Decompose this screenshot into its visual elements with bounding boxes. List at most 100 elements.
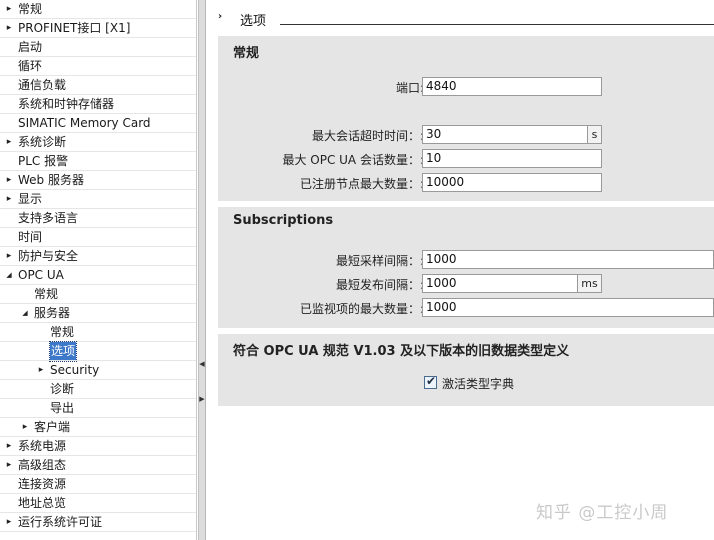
tree-item-label: 地址总览	[18, 496, 67, 510]
tree-item-label: 常规	[50, 325, 75, 339]
tree-item[interactable]: ▸ 运行系统许可证	[0, 513, 196, 532]
port-label: 端口:	[395, 81, 424, 95]
publishing-interval-label: 最短发布间隔：:	[335, 278, 424, 292]
max-sessions-row: 最大 OPC UA 会话数量：: 10	[218, 149, 714, 169]
tree-item-label: 系统和时钟存储器	[18, 97, 115, 111]
collapsed-arrow-icon[interactable]: ▸	[4, 0, 14, 19]
tree-item-label: 启动	[18, 40, 43, 54]
general-panel-title: 常规	[233, 46, 260, 61]
publishing-interval-row: 最短发布间隔：: 1000 ms	[218, 274, 714, 294]
collapsed-arrow-icon[interactable]: ▸	[4, 133, 14, 152]
collapsed-arrow-icon[interactable]: ▸	[4, 19, 14, 38]
monitored-items-row: 已监视项的最大数量：: 1000	[218, 298, 714, 318]
breadcrumb-chevron-icon: ›	[218, 11, 223, 22]
tree-item-label: 时间	[18, 230, 43, 244]
tree-item[interactable]: ◢ OPC UA	[0, 266, 196, 285]
sampling-interval-row: 最短采样间隔：: 1000	[218, 250, 714, 270]
session-timeout-label: 最大会话超时时间：:	[311, 129, 424, 143]
tree-item[interactable]: ▸ 显示	[0, 190, 196, 209]
max-nodes-label: 已注册节点最大数量：:	[299, 177, 424, 191]
tree-item[interactable]: ◢ 服务器	[0, 304, 196, 323]
max-nodes-row: 已注册节点最大数量：: 10000	[218, 173, 714, 193]
tree-item[interactable]: 时间	[0, 228, 196, 247]
max-sessions-input[interactable]: 10	[422, 149, 602, 168]
general-panel: 常规 端口: 4840 最大会话超时时间：: 30 s 最大 OPC UA 会话…	[218, 36, 714, 201]
sampling-interval-input[interactable]: 1000	[422, 250, 714, 269]
tree-item-label: 系统诊断	[18, 135, 67, 149]
tree-item[interactable]: ▸ 客户端	[0, 418, 196, 437]
tree-item-label: Web 服务器	[18, 173, 84, 187]
tree-item[interactable]: ▸ PROFINET接口 [X1]	[0, 19, 196, 38]
collapsed-arrow-icon[interactable]: ▸	[4, 247, 14, 266]
publishing-interval-unit: ms	[578, 274, 602, 293]
tree-item-label: 运行系统许可证	[18, 515, 103, 529]
collapsed-arrow-icon[interactable]: ▸	[4, 171, 14, 190]
collapsed-arrow-icon[interactable]: ▸	[4, 190, 14, 209]
tree-item[interactable]: 支持多语言	[0, 209, 196, 228]
expanded-arrow-icon[interactable]: ◢	[20, 304, 30, 323]
tree-item[interactable]: ▸ 常规	[0, 0, 196, 19]
tree-item-label: 常规	[34, 287, 59, 301]
collapsed-arrow-icon[interactable]: ▸	[4, 513, 14, 532]
port-input[interactable]: 4840	[422, 77, 602, 96]
watermark: 知乎 @工控小周	[536, 503, 669, 523]
navigation-tree: ▸ 常规 ▸ PROFINET接口 [X1] 启动循环通信负载系统和时钟存储器 SIMAT…	[0, 0, 197, 540]
tree-item[interactable]: ▸ 系统诊断	[0, 133, 196, 152]
tree-item[interactable]: ▸ 系统电源	[0, 437, 196, 456]
tree-item-label: 防护与安全	[18, 249, 79, 263]
monitored-items-label: 已监视项的最大数量：:	[299, 302, 424, 316]
page-title: 选项	[240, 14, 267, 29]
tree-item[interactable]: 常规	[0, 323, 196, 342]
tree-item[interactable]: 循环	[0, 57, 196, 76]
publishing-interval-input[interactable]: 1000	[422, 274, 578, 293]
subscriptions-panel: Subscriptions 最短采样间隔：: 1000 最短发布间隔：: 100…	[218, 207, 714, 328]
tree-item[interactable]: 选项	[0, 341, 196, 362]
tree-item[interactable]: 导出	[0, 399, 196, 418]
tree-item-label: 通信负载	[18, 78, 67, 92]
panel-splitter[interactable]: ◀ ▶	[198, 0, 206, 540]
collapsed-arrow-icon[interactable]: ▸	[20, 418, 30, 437]
tree-item[interactable]: ▸ 高级组态	[0, 456, 196, 475]
tree-item-label: 系统电源	[18, 439, 67, 453]
tree-item-label: 客户端	[34, 420, 71, 434]
port-row: 端口: 4840	[218, 77, 714, 97]
max-nodes-input[interactable]: 10000	[422, 173, 602, 192]
tree-item-label: 高级组态	[18, 458, 67, 472]
tree-item-label: PROFINET接口 [X1]	[18, 21, 131, 35]
tree-item[interactable]: 诊断	[0, 380, 196, 399]
tree-item-label: SIMATIC Memory Card	[18, 116, 151, 130]
type-dictionary-checkbox[interactable]: ✔	[424, 374, 437, 389]
tree-item[interactable]: 连接资源	[0, 475, 196, 494]
tree-item-label: Security	[50, 363, 100, 377]
session-timeout-input[interactable]: 30	[422, 125, 588, 144]
tree-item[interactable]: 启动	[0, 38, 196, 57]
subscriptions-panel-title: Subscriptions	[233, 213, 334, 228]
checkmark-icon: ✔	[426, 374, 437, 388]
legacy-datatype-panel: 符合 OPC UA 规范 V1.03 及以下版本的旧数据类型定义 ✔ 激活类型字…	[218, 334, 714, 406]
collapsed-arrow-icon[interactable]: ▸	[36, 361, 46, 380]
type-dictionary-label[interactable]: 激活类型字典	[442, 375, 514, 392]
expanded-arrow-icon[interactable]: ◢	[4, 266, 14, 285]
tree-item-label: OPC UA	[18, 268, 64, 282]
tree-item[interactable]: ▸ Security	[0, 361, 196, 380]
monitored-items-input[interactable]: 1000	[422, 298, 714, 317]
tree-item[interactable]: 地址总览	[0, 494, 196, 513]
collapsed-arrow-icon[interactable]: ▸	[4, 437, 14, 456]
collapse-left-icon[interactable]: ◀	[199, 358, 205, 370]
tree-item[interactable]: 通信负载	[0, 76, 196, 95]
tree-item[interactable]: 系统和时钟存储器	[0, 95, 196, 114]
tree-item[interactable]: ▸ Web 服务器	[0, 171, 196, 190]
section-header: › 选项	[207, 0, 714, 34]
max-sessions-label: 最大 OPC UA 会话数量：:	[282, 153, 424, 167]
tree-item[interactable]: PLC 报警	[0, 152, 196, 171]
expand-right-icon[interactable]: ▶	[199, 393, 205, 405]
tree-item-label: 导出	[50, 401, 75, 415]
tree-item[interactable]: 常规	[0, 285, 196, 304]
collapsed-arrow-icon[interactable]: ▸	[4, 456, 14, 475]
properties-pane: › 选项 常规 端口: 4840 最大会话超时时间：: 30 s 最大 OPC …	[207, 0, 714, 540]
session-timeout-row: 最大会话超时时间：: 30 s	[218, 125, 714, 145]
tree-item[interactable]: SIMATIC Memory Card	[0, 114, 196, 133]
tree-item-label: 常规	[18, 2, 43, 16]
tree-item[interactable]: ▸ 防护与安全	[0, 247, 196, 266]
sampling-interval-label: 最短采样间隔：:	[335, 254, 424, 268]
